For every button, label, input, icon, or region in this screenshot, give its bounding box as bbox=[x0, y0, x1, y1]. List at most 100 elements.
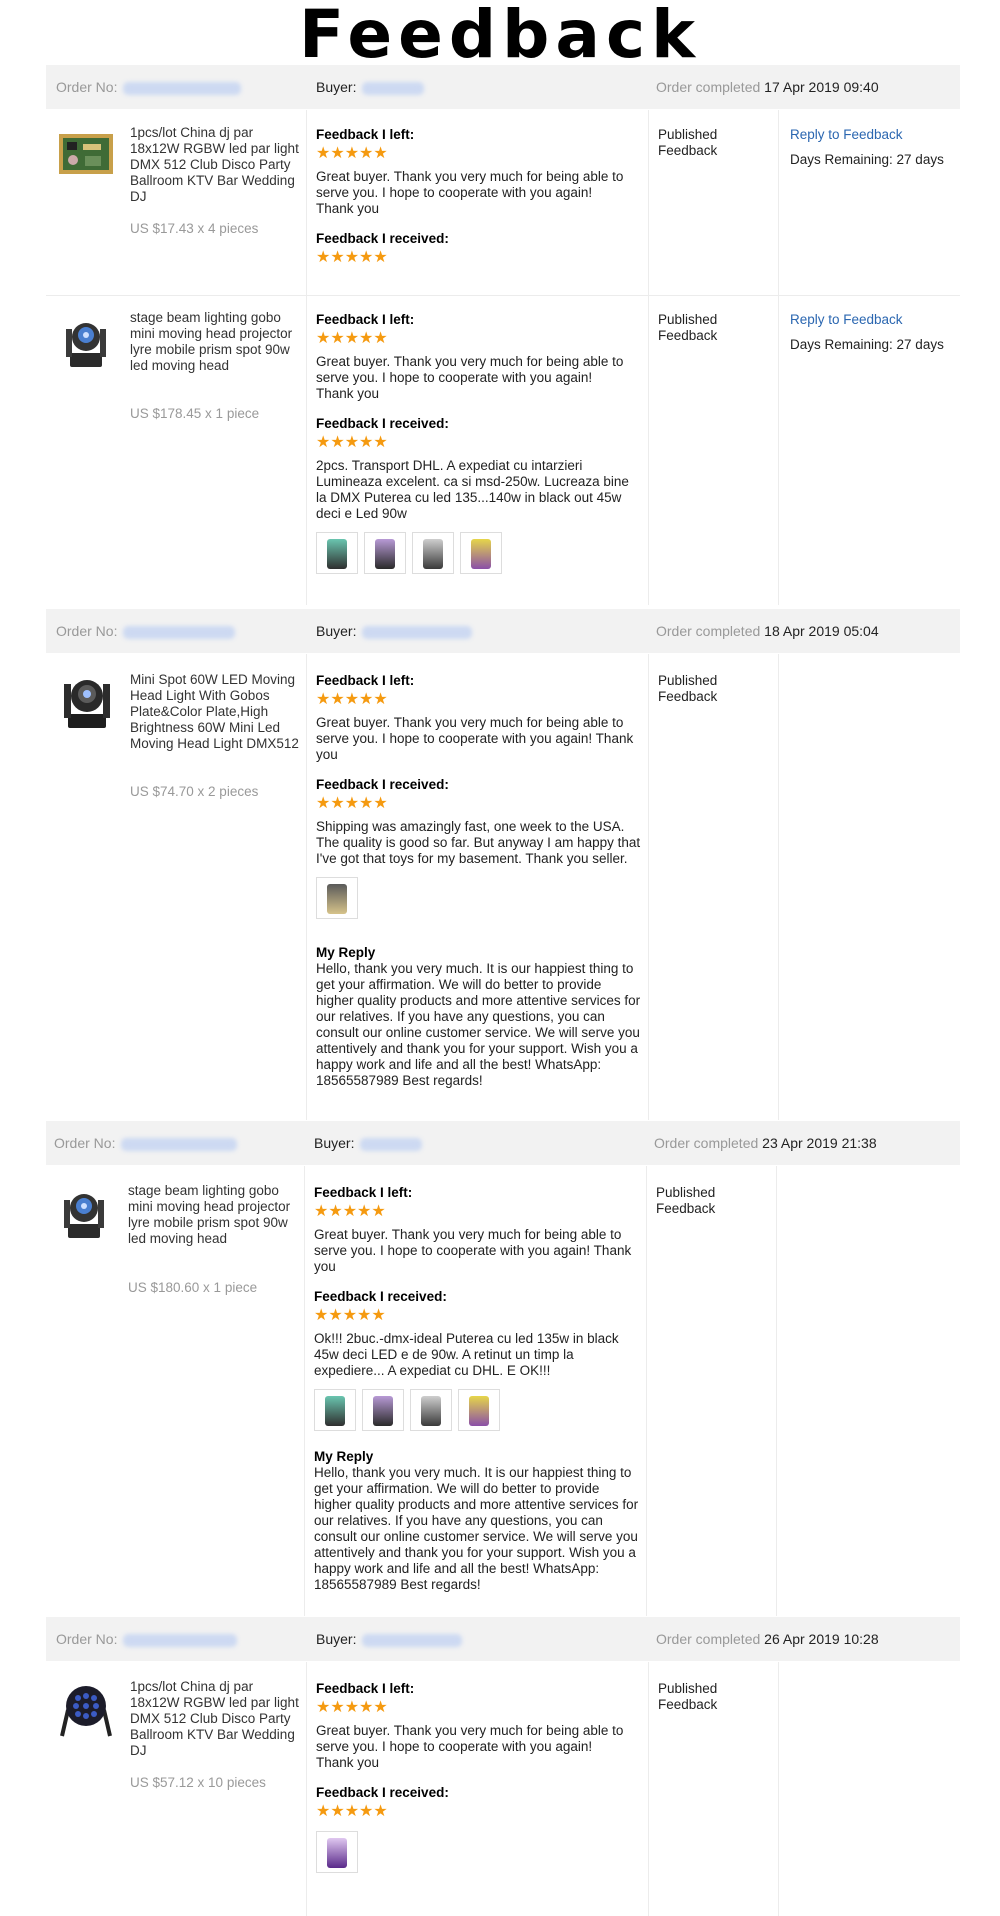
product-image[interactable] bbox=[60, 1680, 112, 1738]
page-title: Feedback bbox=[299, 0, 701, 73]
order-header: Order No: Buyer: Order completed 23 Apr … bbox=[46, 1121, 960, 1165]
feedback-received-text: Ok!!! 2buc.-dmx-ideal Puterea cu led 135… bbox=[314, 1331, 619, 1378]
feedback-status: Published Feedback bbox=[658, 127, 718, 158]
order-number-redacted bbox=[123, 81, 242, 95]
product-image[interactable] bbox=[58, 1184, 110, 1242]
feedback-received-label: Feedback I received: bbox=[314, 1289, 447, 1304]
order-no: Order No: bbox=[56, 1617, 238, 1661]
buyer-name-redacted[interactable] bbox=[362, 625, 473, 639]
buyer: Buyer: bbox=[314, 1121, 423, 1165]
product-image[interactable] bbox=[57, 130, 115, 178]
feedback-block: Feedback I left: ★★★★★ Great buyer. Than… bbox=[316, 312, 631, 574]
order-header: Order No: Buyer: Order completed 18 Apr … bbox=[46, 609, 960, 653]
order-number-redacted bbox=[123, 625, 236, 639]
order-number-redacted bbox=[121, 1137, 238, 1151]
buyer: Buyer: bbox=[316, 65, 425, 109]
rating-stars: ★★★★★ bbox=[316, 145, 388, 162]
days-remaining: Days Remaining: 27 days bbox=[790, 152, 944, 167]
feedback-photo[interactable] bbox=[316, 1831, 358, 1873]
feedback-left-label: Feedback I left: bbox=[316, 1681, 415, 1696]
order-completed: Order completed 18 Apr 2019 05:04 bbox=[656, 623, 879, 639]
feedback-status: Published Feedback bbox=[658, 312, 718, 343]
rating-stars: ★★★★★ bbox=[316, 249, 388, 266]
product-price: US $180.60 x 1 piece bbox=[128, 1280, 258, 1295]
feedback-photo[interactable] bbox=[410, 1389, 452, 1431]
feedback-block: Feedback I left: ★★★★★ Great buyer. Than… bbox=[316, 1681, 631, 1873]
feedback-photos bbox=[316, 1831, 631, 1873]
reply-to-feedback-link[interactable]: Reply to Feedback bbox=[790, 127, 903, 142]
feedback-photos bbox=[316, 877, 641, 919]
order-no: Order No: bbox=[56, 609, 236, 653]
feedback-photo[interactable] bbox=[314, 1389, 356, 1431]
feedback-block: Feedback I left: ★★★★★ Great buyer. Than… bbox=[316, 673, 641, 1089]
rating-stars: ★★★★★ bbox=[316, 691, 388, 708]
feedback-received-label: Feedback I received: bbox=[316, 777, 449, 792]
order-header: Order No: Buyer: Order completed 17 Apr … bbox=[46, 65, 960, 109]
feedback-photo[interactable] bbox=[316, 532, 358, 574]
feedback-received-label: Feedback I received: bbox=[316, 231, 449, 246]
buyer-name-redacted[interactable] bbox=[362, 1633, 463, 1647]
product-price: US $178.45 x 1 piece bbox=[130, 406, 260, 421]
order-completed: Order completed 23 Apr 2019 21:38 bbox=[654, 1135, 877, 1151]
rating-stars: ★★★★★ bbox=[316, 434, 388, 451]
feedback-photo[interactable] bbox=[316, 877, 358, 919]
rating-stars: ★★★★★ bbox=[316, 795, 388, 812]
feedback-status: Published Feedback bbox=[656, 1185, 716, 1216]
feedback-photo[interactable] bbox=[412, 532, 454, 574]
rating-stars: ★★★★★ bbox=[316, 1699, 388, 1716]
product-title[interactable]: stage beam lighting gobo mini moving hea… bbox=[128, 1183, 298, 1247]
feedback-received-label: Feedback I received: bbox=[316, 416, 449, 431]
buyer-name-redacted[interactable] bbox=[360, 1137, 423, 1151]
feedback-status: Published Feedback bbox=[658, 673, 718, 704]
order-completed: Order completed 17 Apr 2019 09:40 bbox=[656, 79, 879, 95]
feedback-photo[interactable] bbox=[458, 1389, 500, 1431]
product-title[interactable]: stage beam lighting gobo mini moving hea… bbox=[130, 310, 300, 374]
feedback-photo[interactable] bbox=[460, 532, 502, 574]
my-reply-label: My Reply bbox=[314, 1449, 374, 1464]
feedback-left-label: Feedback I left: bbox=[316, 312, 415, 327]
product-price: US $57.12 x 10 pieces bbox=[130, 1775, 266, 1790]
order-number-redacted bbox=[123, 1633, 238, 1647]
order-no: Order No: bbox=[56, 65, 242, 109]
feedback-status: Published Feedback bbox=[658, 1681, 718, 1712]
feedback-photos bbox=[316, 532, 631, 574]
feedback-block: Feedback I left: ★★★★★ Great buyer. Than… bbox=[316, 127, 631, 273]
feedback-received-text: 2pcs. Transport DHL. A expediat cu intar… bbox=[316, 458, 629, 521]
feedback-left-label: Feedback I left: bbox=[316, 127, 415, 142]
feedback-left-text: Great buyer. Thank you very much for bei… bbox=[316, 715, 634, 762]
feedback-block: Feedback I left: ★★★★★ Great buyer. Than… bbox=[314, 1185, 639, 1593]
product-title[interactable]: Mini Spot 60W LED Moving Head Light With… bbox=[130, 672, 305, 752]
product-price: US $17.43 x 4 pieces bbox=[130, 221, 259, 236]
rating-stars: ★★★★★ bbox=[314, 1307, 386, 1324]
feedback-photos bbox=[314, 1389, 639, 1431]
buyer-name-redacted[interactable] bbox=[362, 81, 425, 95]
order-no: Order No: bbox=[54, 1121, 238, 1165]
days-remaining: Days Remaining: 27 days bbox=[790, 337, 944, 352]
product-image[interactable] bbox=[60, 670, 114, 732]
feedback-left-text: Great buyer. Thank you very much for bei… bbox=[316, 169, 624, 216]
my-reply-text: Hello, thank you very much. It is our ha… bbox=[316, 961, 641, 1088]
my-reply-text: Hello, thank you very much. It is our ha… bbox=[314, 1465, 639, 1592]
product-title[interactable]: 1pcs/lot China dj par 18x12W RGBW led pa… bbox=[130, 1679, 300, 1759]
reply-to-feedback-link[interactable]: Reply to Feedback bbox=[790, 312, 903, 327]
product-title[interactable]: 1pcs/lot China dj par 18x12W RGBW led pa… bbox=[130, 125, 300, 205]
feedback-left-label: Feedback I left: bbox=[314, 1185, 413, 1200]
my-reply-label: My Reply bbox=[316, 945, 376, 960]
feedback-left-text: Great buyer. Thank you very much for bei… bbox=[316, 354, 624, 401]
feedback-photo[interactable] bbox=[362, 1389, 404, 1431]
feedback-received-label: Feedback I received: bbox=[316, 1785, 449, 1800]
rating-stars: ★★★★★ bbox=[314, 1203, 386, 1220]
rating-stars: ★★★★★ bbox=[316, 330, 388, 347]
order-completed: Order completed 26 Apr 2019 10:28 bbox=[656, 1631, 879, 1647]
order-header: Order No: Buyer: Order completed 26 Apr … bbox=[46, 1617, 960, 1661]
product-image[interactable] bbox=[60, 313, 112, 371]
feedback-received-text: Shipping was amazingly fast, one week to… bbox=[316, 819, 641, 866]
feedback-left-label: Feedback I left: bbox=[316, 673, 415, 688]
feedback-photo[interactable] bbox=[364, 532, 406, 574]
feedback-left-text: Great buyer. Thank you very much for bei… bbox=[316, 1723, 624, 1770]
buyer: Buyer: bbox=[316, 609, 473, 653]
buyer: Buyer: bbox=[316, 1617, 463, 1661]
feedback-left-text: Great buyer. Thank you very much for bei… bbox=[314, 1227, 632, 1274]
product-price: US $74.70 x 2 pieces bbox=[130, 784, 259, 799]
rating-stars: ★★★★★ bbox=[316, 1803, 388, 1820]
